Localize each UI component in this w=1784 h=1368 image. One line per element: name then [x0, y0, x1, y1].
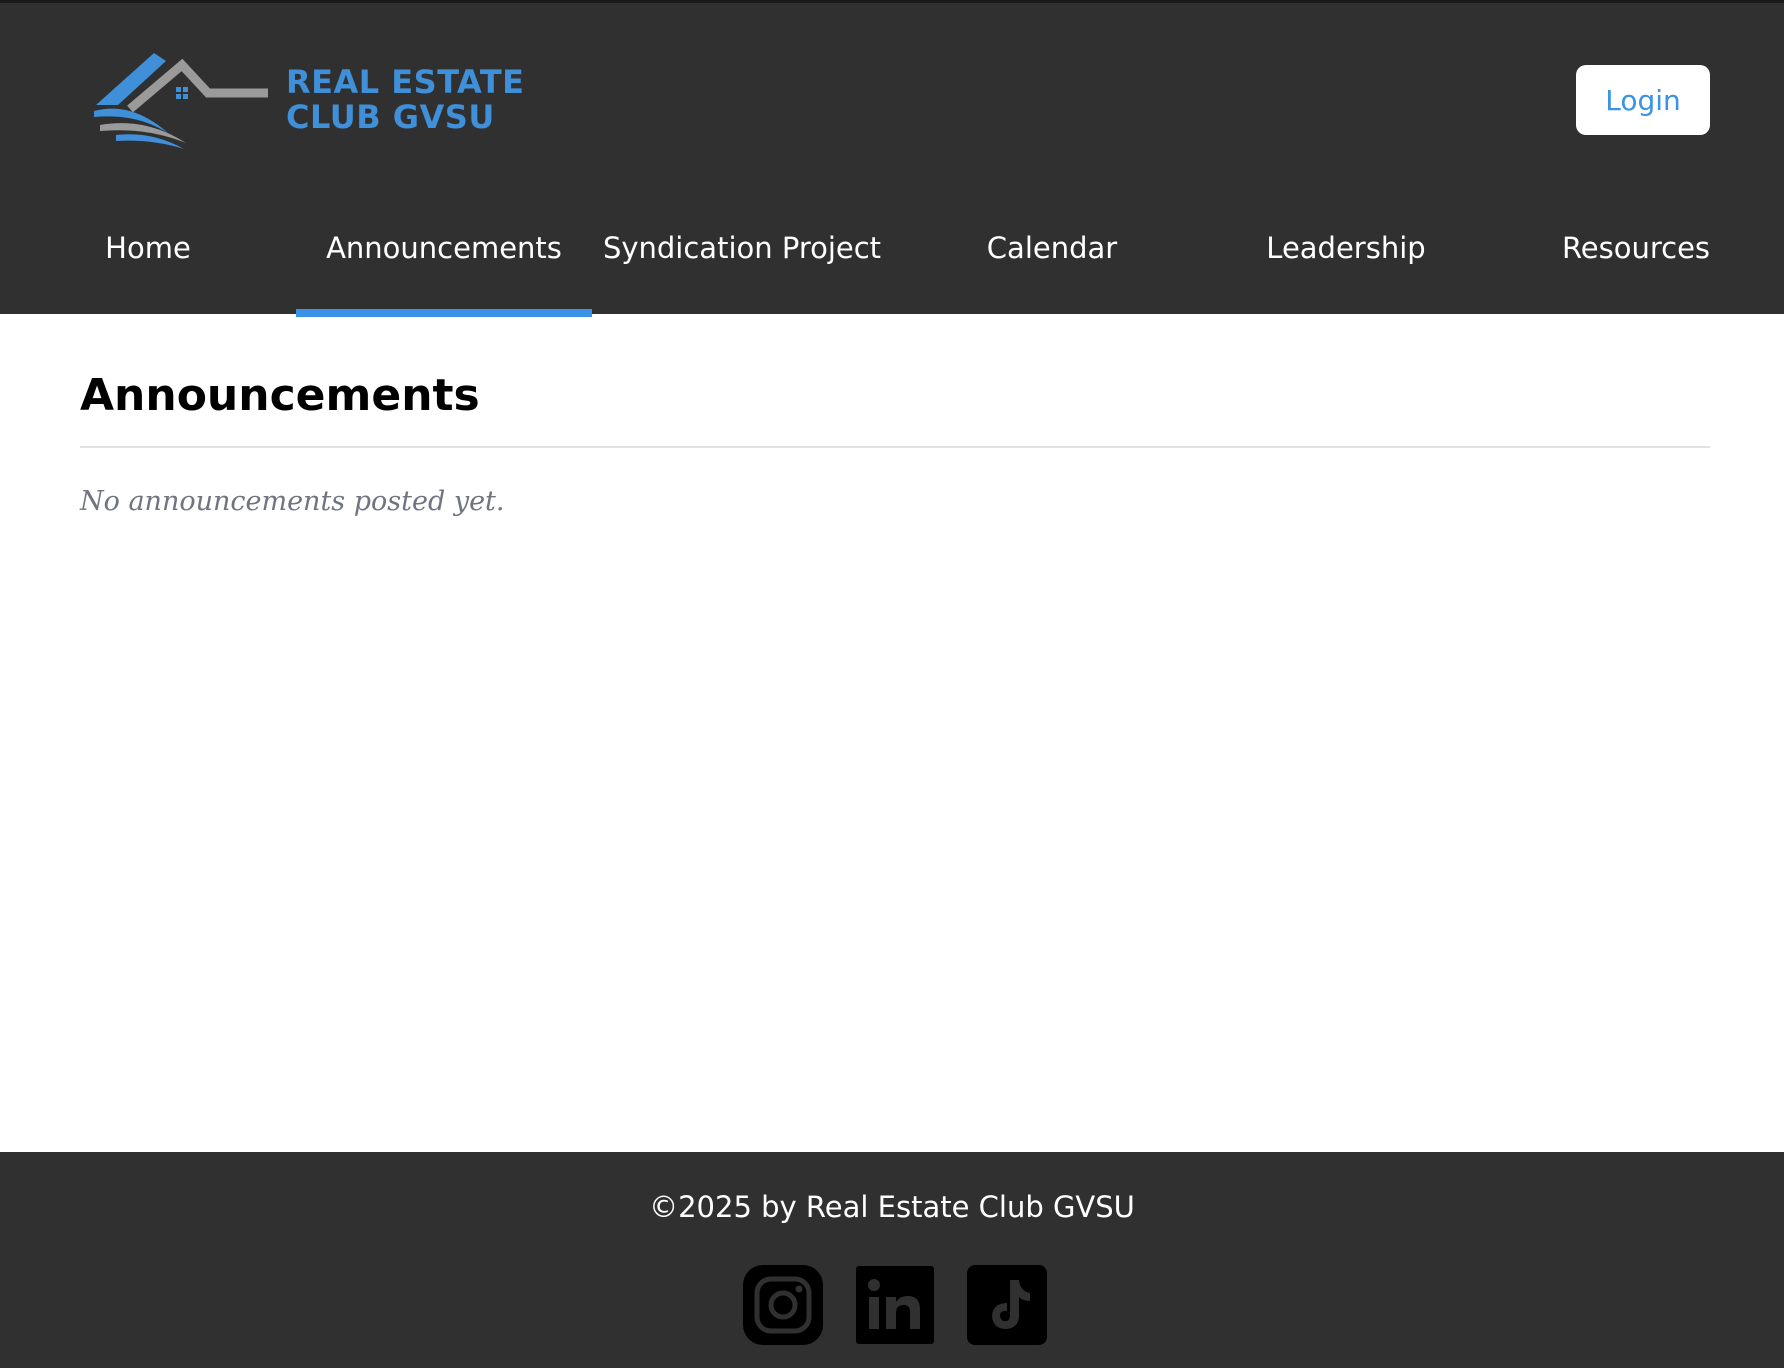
- page-title: Announcements: [80, 370, 480, 421]
- copyright-text: ©2025 by Real Estate Club GVSU: [649, 1190, 1135, 1224]
- nav-item-leadership[interactable]: Leadership: [1198, 225, 1494, 317]
- nav-item-syndication-project[interactable]: Syndication Project: [594, 225, 890, 317]
- site-header: REAL ESTATE CLUB GVSU Login Home Announc…: [0, 0, 1784, 317]
- nav-item-label: Resources: [1561, 231, 1711, 265]
- tiktok-icon: [967, 1265, 1047, 1345]
- site-footer: ©2025 by Real Estate Club GVSU: [0, 1152, 1784, 1368]
- instagram-link[interactable]: [742, 1264, 824, 1346]
- title-divider: [80, 446, 1710, 448]
- nav-item-resources[interactable]: Resources: [1488, 225, 1784, 317]
- nav-item-label: Home: [105, 231, 191, 265]
- empty-announcements-message: No announcements posted yet.: [80, 486, 505, 517]
- tiktok-link[interactable]: [966, 1264, 1048, 1346]
- linkedin-icon: [856, 1266, 934, 1344]
- linkedin-link[interactable]: [856, 1266, 934, 1344]
- instagram-icon: [743, 1265, 823, 1345]
- nav-item-label: Calendar: [986, 231, 1118, 265]
- main-nav: Home Announcements Syndication Project C…: [0, 3, 1784, 317]
- page-root: REAL ESTATE CLUB GVSU Login Home Announc…: [0, 0, 1784, 1368]
- nav-item-label: Announcements: [326, 231, 562, 265]
- main-content: Announcements No announcements posted ye…: [80, 314, 1710, 544]
- nav-item-calendar[interactable]: Calendar: [904, 225, 1200, 317]
- nav-item-label: Syndication Project: [602, 231, 882, 265]
- nav-item-label: Leadership: [1266, 231, 1426, 265]
- nav-item-home[interactable]: Home: [0, 225, 296, 317]
- nav-item-announcements[interactable]: Announcements: [296, 225, 592, 317]
